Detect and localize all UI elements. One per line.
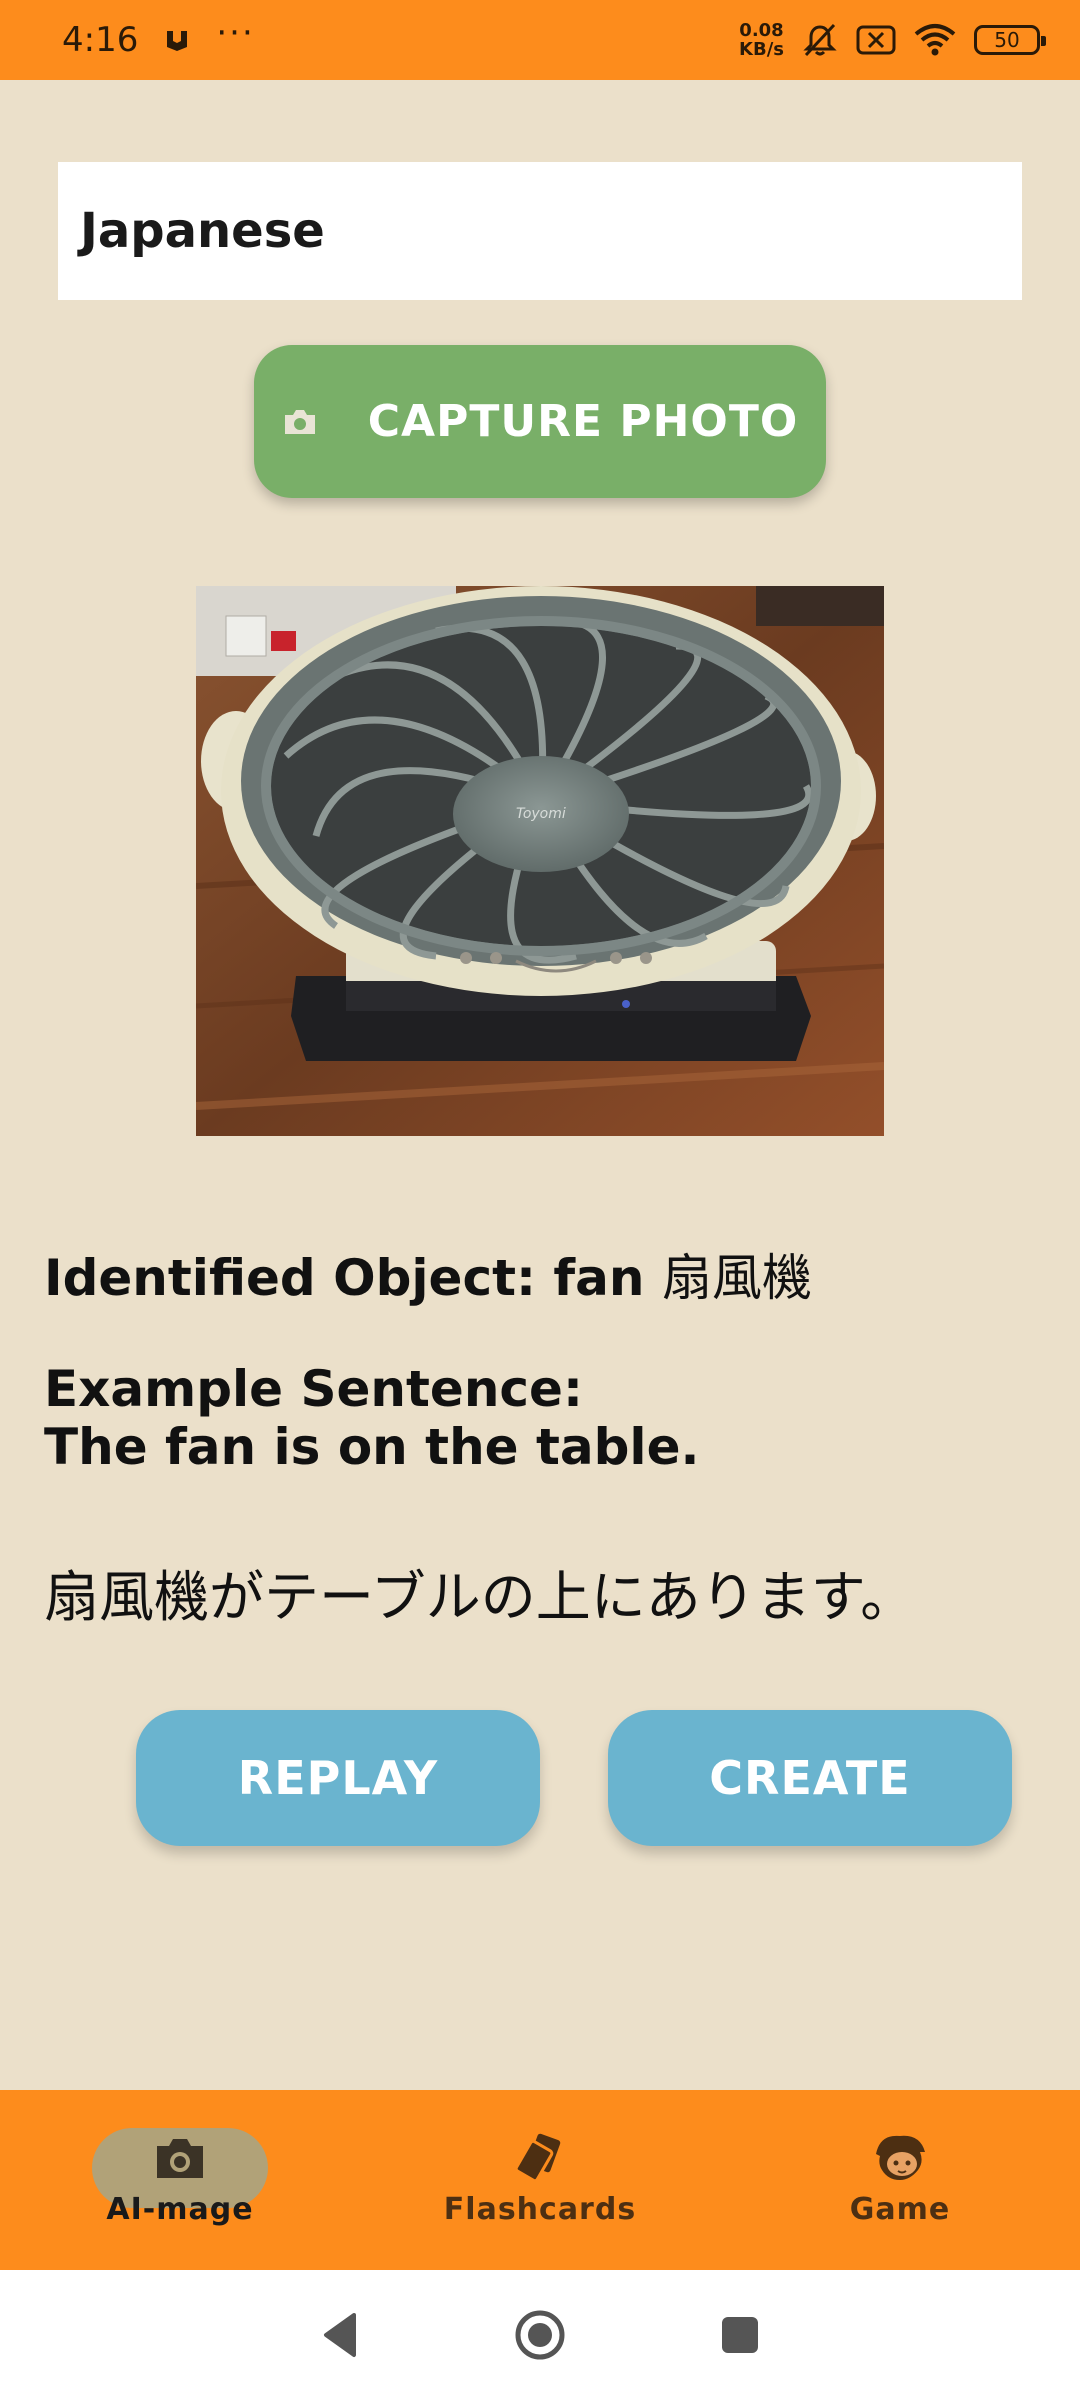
battery-icon: 50 [974,25,1046,55]
example-sentence-english: The fan is on the table. [44,1418,700,1476]
more-notifications-icon: ··· [216,13,255,53]
nav-label-ai-mage: AI-mage [106,2192,254,2227]
svg-text:Toyomi: Toyomi [516,806,566,822]
status-bar: 4:16 ··· 0.08 KB/s 50 [0,0,1080,80]
language-input[interactable]: Japanese [58,162,1022,300]
nav-label-game: Game [849,2192,951,2227]
example-sentence-label: Example Sentence: [44,1360,583,1418]
status-time: 4:16 [62,20,139,60]
create-button[interactable]: CREATE [608,1710,1012,1846]
cards-icon [514,2133,561,2183]
camera-icon [157,2139,203,2178]
identified-object-label: Identified Object: fan [44,1249,662,1307]
nav-label-flashcards: Flashcards [443,2192,637,2227]
game-character-icon [876,2135,925,2180]
create-label: CREATE [709,1751,911,1805]
nav-item-flashcards[interactable]: Flashcards [360,2090,720,2270]
capture-photo-button[interactable]: CAPTURE PHOTO [254,345,826,498]
notification-app-icon [167,31,188,51]
bottom-navigation: AI-mage Flashcards Game [0,2090,1080,2270]
language-value: Japanese [80,203,325,259]
wifi-icon [914,24,956,56]
replay-label: REPLAY [237,1751,439,1805]
recents-icon[interactable] [710,2305,770,2365]
home-icon[interactable] [510,2305,570,2365]
example-sentence-japanese: 扇風機がテーブルの上にあります。 [44,1565,916,1629]
capture-photo-label: CAPTURE PHOTO [367,396,799,447]
identified-object-text: Identified Object: fan 扇風機 [44,1238,1044,1310]
identified-object-japanese: 扇風機 [661,1249,812,1307]
network-speed: 0.08 KB/s [739,20,784,60]
replay-button[interactable]: REPLAY [136,1710,540,1846]
sim-none-icon [856,25,896,55]
system-navigation-bar [0,2270,1080,2400]
camera-icon [284,409,315,434]
bell-muted-icon [803,23,837,57]
nav-item-game[interactable]: Game [720,2090,1080,2270]
nav-item-ai-mage[interactable]: AI-mage [0,2090,360,2270]
captured-photo: Toyomi [196,586,884,1136]
back-icon[interactable] [310,2305,370,2365]
